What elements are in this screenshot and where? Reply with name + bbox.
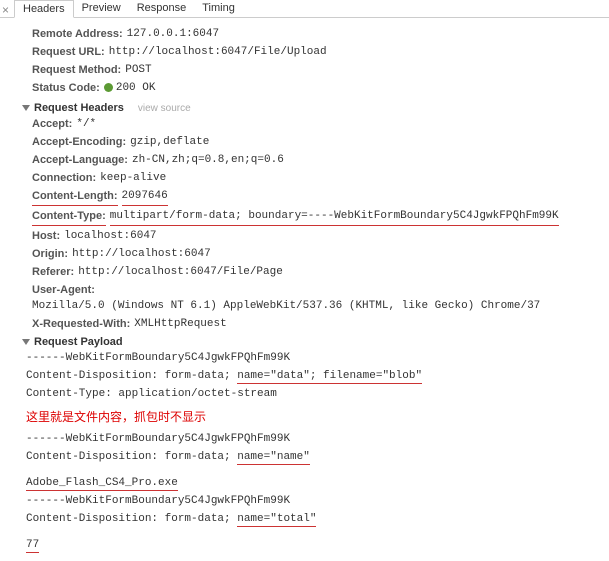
accept-label: Accept: [32, 116, 72, 132]
payload-filename: Adobe_Flash_CS4_Pro.exe [26, 475, 605, 491]
connection-label: Connection: [32, 170, 96, 186]
view-source-link[interactable]: view source [138, 103, 191, 114]
request-payload-header: Request Payload [22, 336, 605, 348]
request-method-label: Request Method: [32, 62, 121, 78]
payload-disposition: Content-Disposition: form-data; name="to… [26, 511, 605, 527]
x-requested-with-label: X-Requested-With: [32, 316, 130, 332]
status-dot-icon [104, 83, 113, 92]
general-section: Remote Address:127.0.0.1:6047 Request UR… [22, 26, 605, 96]
payload-boundary: ------WebKitFormBoundary5C4JgwkFPQhFm99K [26, 493, 605, 509]
content-type-value: multipart/form-data; boundary=----WebKit… [110, 208, 559, 226]
expand-triangle-icon[interactable] [22, 105, 30, 111]
close-icon[interactable]: × [2, 3, 9, 17]
tab-timing[interactable]: Timing [194, 0, 243, 17]
payload-disp-prefix: Content-Disposition: form-data; [26, 370, 237, 382]
connection-value: keep-alive [100, 170, 166, 186]
tab-bar: Headers Preview Response Timing [0, 0, 609, 18]
status-code-label: Status Code: [32, 80, 100, 96]
payload-content-type: Content-Type: application/octet-stream [26, 386, 605, 402]
remote-address-label: Remote Address: [32, 26, 123, 42]
payload-note: 这里就是文件内容，抓包时不显示 [26, 408, 605, 425]
payload-disp-name: name="data"; filename="blob" [237, 370, 422, 384]
content-length-label: Content-Length: [32, 188, 118, 206]
accept-value: */* [76, 116, 96, 132]
accept-language-value: zh-CN,zh;q=0.8,en;q=0.6 [132, 152, 284, 168]
origin-value: http://localhost:6047 [72, 246, 211, 262]
request-method-value: POST [125, 62, 151, 78]
content-type-label: Content-Type: [32, 208, 106, 226]
content-length-value: 2097646 [122, 188, 168, 206]
user-agent-label: User-Agent: [32, 282, 95, 298]
payload-boundary: ------WebKitFormBoundary5C4JgwkFPQhFm99K [26, 431, 605, 447]
host-label: Host: [32, 228, 60, 244]
status-code-value: 200 OK [104, 80, 156, 96]
request-payload-title: Request Payload [34, 336, 123, 348]
payload-disp-prefix: Content-Disposition: form-data; [26, 513, 237, 525]
request-url-value: http://localhost:6047/File/Upload [109, 44, 327, 60]
payload-disposition: Content-Disposition: form-data; name="na… [26, 449, 605, 465]
payload-boundary: ------WebKitFormBoundary5C4JgwkFPQhFm99K [26, 350, 605, 366]
accept-language-label: Accept-Language: [32, 152, 128, 168]
remote-address-value: 127.0.0.1:6047 [127, 26, 219, 42]
status-code-text: 200 OK [116, 82, 156, 94]
payload-filename-text: Adobe_Flash_CS4_Pro.exe [26, 477, 178, 491]
expand-triangle-icon[interactable] [22, 339, 30, 345]
tab-response[interactable]: Response [129, 0, 195, 17]
referer-value: http://localhost:6047/File/Page [78, 264, 283, 280]
tab-preview[interactable]: Preview [74, 0, 129, 17]
payload-disposition: Content-Disposition: form-data; name="da… [26, 368, 605, 384]
referer-label: Referer: [32, 264, 74, 280]
payload-total: 77 [26, 537, 605, 553]
origin-label: Origin: [32, 246, 68, 262]
payload-disp-prefix: Content-Disposition: form-data; [26, 451, 237, 463]
payload-disp-name: name="total" [237, 513, 316, 527]
accept-encoding-label: Accept-Encoding: [32, 134, 126, 150]
x-requested-with-value: XMLHttpRequest [134, 316, 226, 332]
request-url-label: Request URL: [32, 44, 105, 60]
payload-total-text: 77 [26, 539, 39, 553]
accept-encoding-value: gzip,deflate [130, 134, 209, 150]
host-value: localhost:6047 [64, 228, 156, 244]
payload-disp-name: name="name" [237, 451, 310, 465]
tab-headers[interactable]: Headers [14, 0, 74, 18]
content-panel: Remote Address:127.0.0.1:6047 Request UR… [0, 18, 609, 561]
request-headers-title: Request Headers [34, 102, 124, 114]
user-agent-value: Mozilla/5.0 (Windows NT 6.1) AppleWebKit… [32, 298, 540, 314]
request-headers-header: Request Headers view source [22, 102, 605, 114]
